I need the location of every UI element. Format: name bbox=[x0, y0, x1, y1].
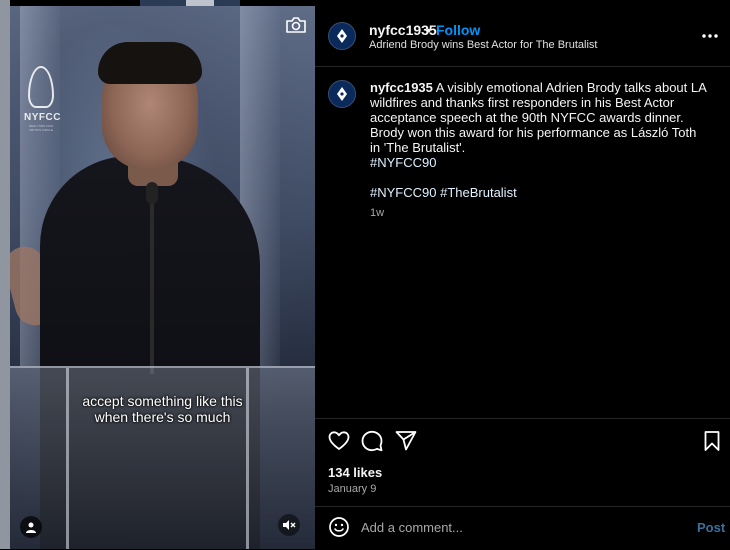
comment-icon bbox=[361, 430, 383, 452]
microphone bbox=[146, 182, 158, 204]
more-horizontal-icon bbox=[702, 34, 718, 38]
watermark-name: NYFCC bbox=[24, 112, 61, 123]
post-panel: nyfcc1935 • Follow Adriend Brody wins Be… bbox=[315, 0, 730, 549]
separator-dot: • bbox=[426, 22, 431, 38]
post-caption: nyfcc1935 A visibly emotional Adrien Bro… bbox=[370, 80, 710, 155]
bookmark-icon bbox=[704, 431, 720, 451]
pen-nib-icon bbox=[28, 66, 54, 108]
post-time[interactable]: 1w bbox=[370, 207, 384, 219]
pen-nib-icon bbox=[337, 29, 347, 43]
emoji-icon bbox=[329, 517, 349, 537]
pen-nib-icon bbox=[337, 87, 347, 101]
hashtag-link[interactable]: #TheBrutalist bbox=[440, 185, 517, 200]
backdrop bbox=[0, 0, 10, 549]
follow-button[interactable]: Follow bbox=[436, 22, 480, 38]
caption-author-avatar[interactable] bbox=[328, 80, 356, 108]
subtitle-line: accept something like this bbox=[82, 393, 243, 409]
speaker-muted-icon bbox=[283, 520, 296, 530]
post-comment-button[interactable]: Post bbox=[697, 520, 725, 535]
tagged-users-button[interactable] bbox=[20, 516, 42, 538]
user-icon bbox=[26, 522, 36, 533]
hashtag-link[interactable]: #NYFCC90 bbox=[370, 155, 436, 170]
share-icon bbox=[395, 431, 417, 451]
like-button[interactable] bbox=[328, 430, 350, 452]
caption-username[interactable]: nyfcc1935 bbox=[370, 80, 433, 95]
subtitle-line: when there's so much bbox=[94, 409, 231, 425]
save-button[interactable] bbox=[701, 430, 723, 452]
camera-icon[interactable] bbox=[285, 16, 307, 34]
mute-button[interactable] bbox=[278, 514, 300, 536]
video-subtitles: accept something like this when there's … bbox=[10, 393, 315, 425]
reel-video[interactable]: NYFCC NEW YORK FILM CRITICS CIRCLE accep… bbox=[10, 6, 315, 549]
comment-button[interactable] bbox=[361, 430, 383, 452]
more-options-button[interactable] bbox=[700, 26, 720, 46]
hashtag-line: #NYFCC90 #TheBrutalist bbox=[370, 185, 517, 200]
share-button[interactable] bbox=[395, 430, 417, 452]
heart-icon bbox=[328, 431, 350, 450]
emoji-button[interactable] bbox=[328, 516, 350, 538]
post-date: January 9 bbox=[328, 483, 377, 495]
hashtag-line: #NYFCC90 bbox=[370, 155, 436, 170]
comment-input[interactable] bbox=[361, 517, 681, 537]
hashtag-link[interactable]: #NYFCC90 bbox=[370, 185, 436, 200]
post-subtitle: Adriend Brody wins Best Actor for The Br… bbox=[369, 39, 598, 51]
like-count[interactable]: 134 likes bbox=[328, 465, 382, 480]
author-avatar[interactable] bbox=[328, 22, 356, 50]
nyfcc-watermark: NYFCC NEW YORK FILM CRITICS CIRCLE bbox=[24, 66, 61, 132]
speaker-hair bbox=[98, 42, 202, 84]
watermark-tagline: NEW YORK FILM CRITICS CIRCLE bbox=[29, 124, 53, 132]
microphone-stand bbox=[150, 184, 154, 374]
